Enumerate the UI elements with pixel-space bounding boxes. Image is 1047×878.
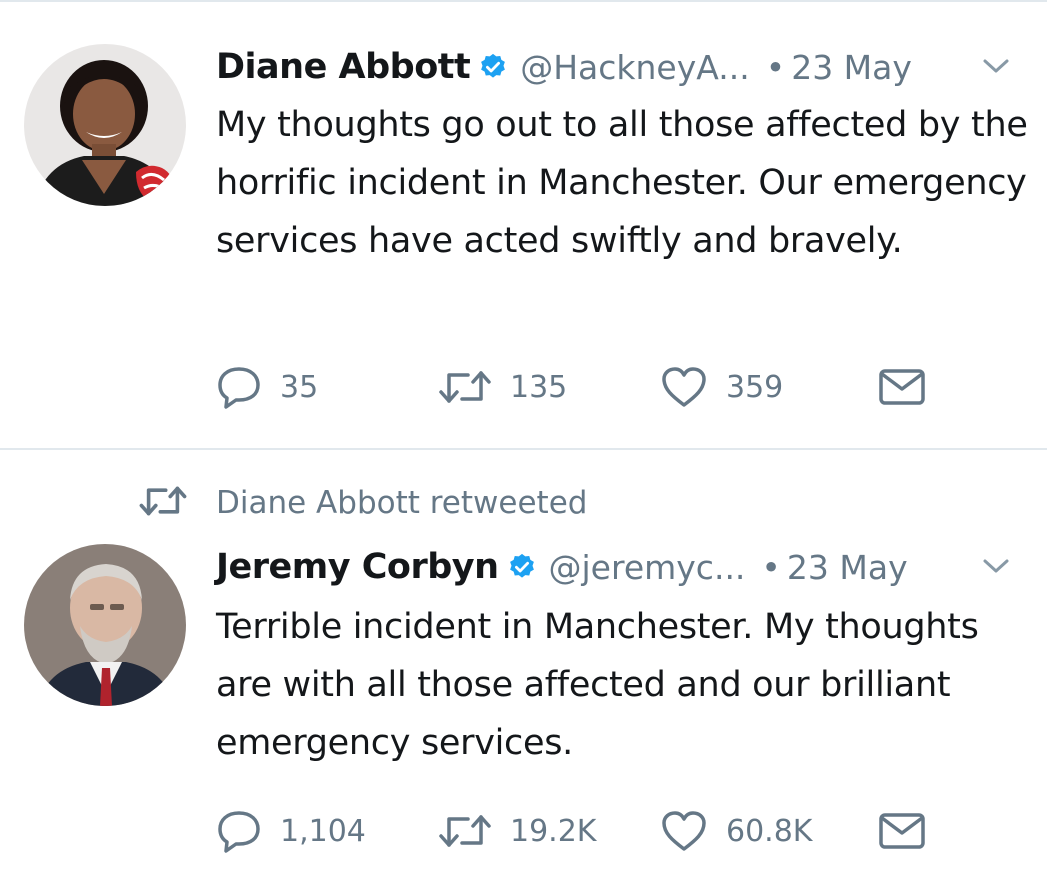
author-handle[interactable]: @HackneyA... <box>520 48 750 87</box>
reply-button[interactable]: 35 <box>216 362 318 412</box>
reply-icon <box>216 809 262 853</box>
verified-badge-icon <box>478 52 508 82</box>
reply-icon <box>216 365 262 409</box>
retweet-icon <box>438 367 492 407</box>
retweet-button[interactable]: 19.2K <box>438 806 596 856</box>
like-button[interactable]: 60.8K <box>660 806 812 856</box>
tweet-1[interactable]: Diane Abbott @HackneyA... • 23 May My th… <box>0 0 1047 448</box>
tweet-date[interactable]: 23 May <box>791 48 912 87</box>
chevron-down-icon[interactable] <box>981 54 1011 78</box>
envelope-icon <box>878 811 926 851</box>
direct-message-button[interactable] <box>878 806 926 856</box>
like-count: 60.8K <box>726 813 813 849</box>
heart-icon <box>660 365 708 409</box>
reply-button[interactable]: 1,104 <box>216 806 366 856</box>
author-name[interactable]: Diane Abbott <box>216 47 471 87</box>
tweet-header: Diane Abbott @HackneyA... • 23 May <box>216 42 1027 92</box>
reply-count: 1,104 <box>280 813 366 849</box>
retweet-icon <box>438 811 492 851</box>
heart-icon <box>660 809 708 853</box>
tweet-date[interactable]: 23 May <box>787 548 908 587</box>
verified-badge-icon <box>507 552 537 582</box>
tweet-text: My thoughts go out to all those affected… <box>216 105 1028 261</box>
avatar[interactable] <box>24 44 186 206</box>
avatar[interactable] <box>24 544 186 706</box>
separator: • <box>761 547 781 587</box>
like-count: 359 <box>726 369 784 405</box>
tweet-header: Jeremy Corbyn @jeremyc... • 23 May <box>216 542 1027 592</box>
direct-message-button[interactable] <box>878 362 926 412</box>
retweet-count: 19.2K <box>510 813 597 849</box>
tweet-actions: 1,104 19.2K 60.8K <box>216 806 1016 856</box>
author-name[interactable]: Jeremy Corbyn <box>216 547 499 587</box>
envelope-icon <box>878 367 926 407</box>
separator: • <box>765 47 786 87</box>
tweet-actions: 35 135 359 <box>216 362 1016 412</box>
chevron-down-icon[interactable] <box>981 554 1011 578</box>
retweet-button[interactable]: 135 <box>438 362 567 412</box>
reply-count: 35 <box>280 369 319 405</box>
retweet-count: 135 <box>510 369 568 405</box>
tweet-2[interactable]: Jeremy Corbyn @jeremyc... • 23 May Terri… <box>0 450 1047 878</box>
tweet-text: Terrible incident in Manchester. My thou… <box>216 607 979 763</box>
like-button[interactable]: 359 <box>660 362 783 412</box>
author-handle[interactable]: @jeremyc... <box>549 548 746 587</box>
